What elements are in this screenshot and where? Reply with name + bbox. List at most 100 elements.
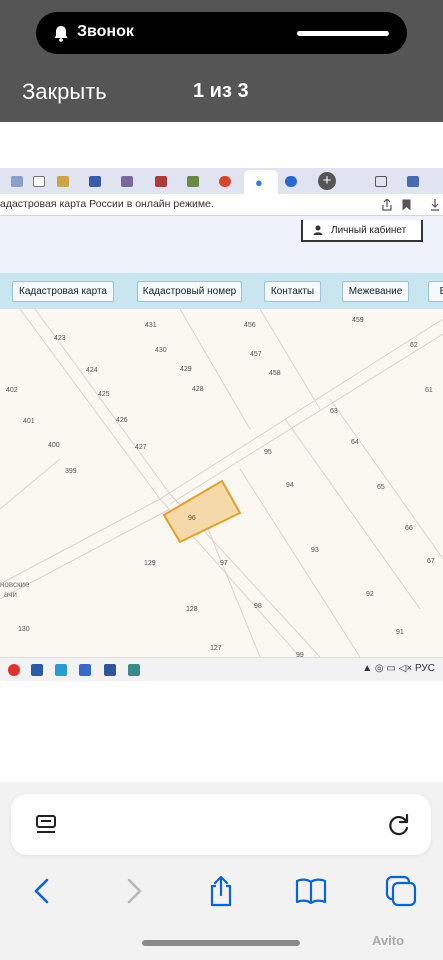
parcel-label: 399 [65, 468, 77, 475]
highlighted-parcel[interactable] [162, 479, 242, 544]
parcel-label: 91 [396, 629, 404, 636]
parcel-label: 93 [311, 547, 319, 554]
place-label: ачи [4, 590, 17, 599]
call-status-pill[interactable]: Звонок [36, 12, 407, 54]
browser-tab-strip: ● + [0, 168, 443, 194]
emblem-icon [57, 176, 69, 187]
active-browser-tab[interactable]: ● [244, 170, 278, 194]
map-canvas [0, 309, 443, 657]
parcel-label: 401 [23, 418, 35, 425]
avito-watermark: Avito [372, 933, 405, 948]
parcel-label: 92 [366, 591, 374, 598]
site-navigation: Кадастровая карта Кадастровый номер Конт… [0, 273, 443, 309]
system-tray: ▲ ◎ ▭ ◁× РУС [362, 663, 435, 674]
share-icon[interactable] [204, 874, 238, 908]
parcel-label: 129 [144, 560, 156, 567]
parcel-label: 458 [269, 370, 281, 377]
app-icon[interactable] [79, 664, 91, 676]
parcel-label: 62 [410, 342, 418, 349]
nav-land-survey[interactable]: Межевание [342, 281, 409, 302]
home-indicator [142, 940, 300, 946]
parcel-label: 423 [54, 335, 66, 342]
word-icon[interactable] [104, 664, 116, 676]
parcel-label: 98 [254, 603, 262, 610]
parcel-label: 61 [425, 387, 433, 394]
parcel-label: 459 [352, 317, 364, 324]
parcel-label: 127 [210, 645, 222, 652]
taskbar: ▲ ◎ ▭ ◁× РУС [0, 657, 443, 681]
viewer-header: Звонок Закрыть 1 из 3 [0, 0, 443, 122]
browser-tab[interactable] [84, 172, 106, 191]
close-button[interactable]: Закрыть [22, 79, 107, 105]
app-icon[interactable] [31, 664, 43, 676]
app-icon[interactable] [128, 664, 140, 676]
reload-icon[interactable] [386, 812, 412, 838]
browser-tab[interactable] [214, 172, 236, 191]
parcel-label: 94 [286, 482, 294, 489]
parcel-label: 130 [18, 626, 30, 633]
tab-favicon-icon [11, 176, 23, 187]
site-header: Личный кабинет [0, 216, 443, 273]
parcel-label: 456 [244, 322, 256, 329]
parcel-label: 95 [264, 449, 272, 456]
parcel-label: 64 [351, 439, 359, 446]
parcel-label: 431 [145, 322, 157, 329]
nav-contacts[interactable]: Контакты [264, 281, 321, 302]
forward-icon[interactable] [116, 874, 150, 908]
new-tab-icon[interactable]: + [318, 172, 336, 190]
parcel-label: 65 [377, 484, 385, 491]
tab-favicon-icon [187, 176, 199, 187]
reader-mode-icon[interactable] [35, 814, 57, 836]
parcel-label: 67 [427, 558, 435, 565]
nav-cadastral-number[interactable]: Кадастровый номер [137, 281, 242, 302]
parcel-label: 426 [116, 417, 128, 424]
parcel-label: 400 [48, 442, 60, 449]
tabs-overview-icon[interactable] [370, 172, 392, 191]
map-pin-icon: ● [255, 175, 263, 190]
download-icon[interactable] [430, 199, 440, 211]
parcel-label: 63 [330, 408, 338, 415]
browser-tab[interactable] [28, 172, 50, 191]
menu-icon[interactable] [402, 172, 424, 191]
place-label: новские [0, 580, 30, 589]
tab-favicon-icon [285, 176, 297, 187]
nav-more[interactable]: В [428, 281, 443, 302]
photo-viewer: ● + адастровая карта России в онлайн реж… [0, 122, 443, 782]
language-indicator: РУС [414, 663, 435, 674]
nav-cadastral-map[interactable]: Кадастровая карта [12, 281, 114, 302]
browser-tab[interactable] [52, 172, 74, 191]
back-icon[interactable] [26, 874, 60, 908]
tabs-icon[interactable] [384, 874, 418, 908]
browser-tab[interactable] [6, 172, 28, 191]
address-bar[interactable]: адастровая карта России в онлайн режиме. [0, 194, 443, 216]
parcel-label: 427 [135, 444, 147, 451]
tab-favicon-icon [219, 176, 231, 187]
bookmark-icon[interactable] [402, 199, 411, 211]
cadastral-map[interactable]: 423 424 425 426 427 401 400 399 402 431 … [0, 309, 443, 657]
parcel-label: 97 [220, 560, 228, 567]
call-progress-bar [297, 31, 389, 36]
personal-account-button[interactable]: Личный кабинет [301, 220, 423, 242]
browser-tab[interactable] [150, 172, 172, 191]
parcel-label: 457 [250, 351, 262, 358]
document-icon [33, 176, 45, 187]
url-pill[interactable] [11, 794, 431, 855]
opera-icon[interactable] [8, 664, 20, 676]
parcel-label: 402 [6, 387, 18, 394]
bookmarks-icon[interactable] [294, 874, 328, 908]
parcel-label: 429 [180, 366, 192, 373]
share-icon[interactable] [382, 199, 392, 211]
parcel-label: 425 [98, 391, 110, 398]
parcel-label: 66 [405, 525, 413, 532]
parcel-label: 128 [186, 606, 198, 613]
browser-tab[interactable] [182, 172, 204, 191]
image-counter: 1 из 3 [193, 80, 249, 102]
tab-favicon-icon [155, 176, 167, 187]
browser-tab[interactable] [116, 172, 138, 191]
user-icon [313, 225, 323, 235]
address-text: адастровая карта России в онлайн режиме. [0, 198, 214, 210]
app-icon[interactable] [55, 664, 67, 676]
tab-favicon-icon [121, 176, 133, 187]
personal-account-label: Личный кабинет [331, 225, 407, 236]
browser-tab[interactable] [280, 172, 302, 191]
